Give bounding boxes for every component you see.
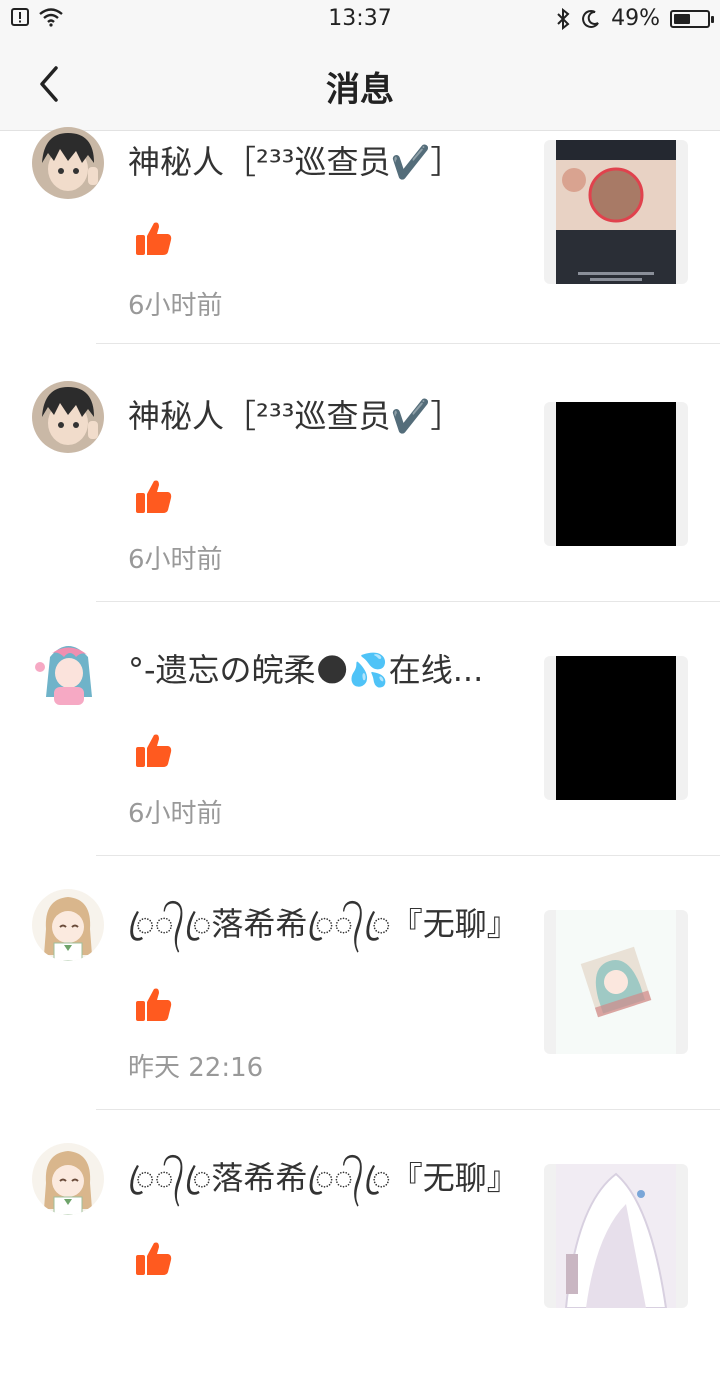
message-item[interactable]: 神秘人［²³³巡查员✔️］ 6小时前 [0,127,720,381]
status-bar: 13:37 49% [0,0,720,40]
avatar[interactable] [32,381,104,453]
avatar[interactable] [32,1143,104,1215]
battery-fill [674,13,690,24]
message-item[interactable]: ꦿ᭄ꦿ落希希ꦿ᭄ꦿ『无聊』 昨天 22:16 [0,889,720,1143]
battery-icon [670,9,714,28]
status-right-icons: 49% [555,6,714,31]
message-item[interactable]: °-遗忘の皖柔🌑💦在线... 6小时前 [0,635,720,889]
thumbs-up-icon [134,219,174,259]
divider [96,343,720,344]
sender-name: ꦿ᭄ꦿ落希希ꦿ᭄ꦿ『无聊』 [128,1159,519,1197]
post-thumbnail[interactable] [544,910,688,1054]
message-time: 昨天 22:16 [128,1053,264,1083]
message-time: 6小时前 [128,291,223,321]
thumbs-up-icon [134,1239,174,1279]
bluetooth-icon [557,7,570,30]
page-title: 消息 [326,70,394,110]
thumbs-up-icon [134,985,174,1025]
avatar[interactable] [32,635,104,707]
avatar[interactable] [32,889,104,961]
post-thumbnail[interactable] [544,1164,688,1308]
message-item[interactable]: 神秘人［²³³巡查员✔️］ 6小时前 [0,381,720,635]
post-thumbnail[interactable] [544,140,688,284]
sender-name: 神秘人［²³³巡查员✔️］ [128,143,463,181]
message-time: 6小时前 [128,545,223,575]
sender-name: °-遗忘の皖柔🌑💦在线... [128,651,484,689]
thumbs-up-icon [134,731,174,771]
battery-percent: 49% [611,6,660,31]
message-time: 6小时前 [128,799,223,829]
divider [96,601,720,602]
post-thumbnail[interactable] [544,402,688,546]
nav-bar: 消息 [0,40,720,131]
thumbs-up-icon [134,477,174,517]
divider [96,1109,720,1110]
divider [96,855,720,856]
sender-name: 神秘人［²³³巡查员✔️］ [128,397,463,435]
avatar[interactable] [32,127,104,199]
post-thumbnail[interactable] [544,656,688,800]
moon-icon [582,9,599,28]
message-item[interactable]: ꦿ᭄ꦿ落希希ꦿ᭄ꦿ『无聊』 [0,1143,720,1397]
sender-name: ꦿ᭄ꦿ落希希ꦿ᭄ꦿ『无聊』 [128,905,519,943]
